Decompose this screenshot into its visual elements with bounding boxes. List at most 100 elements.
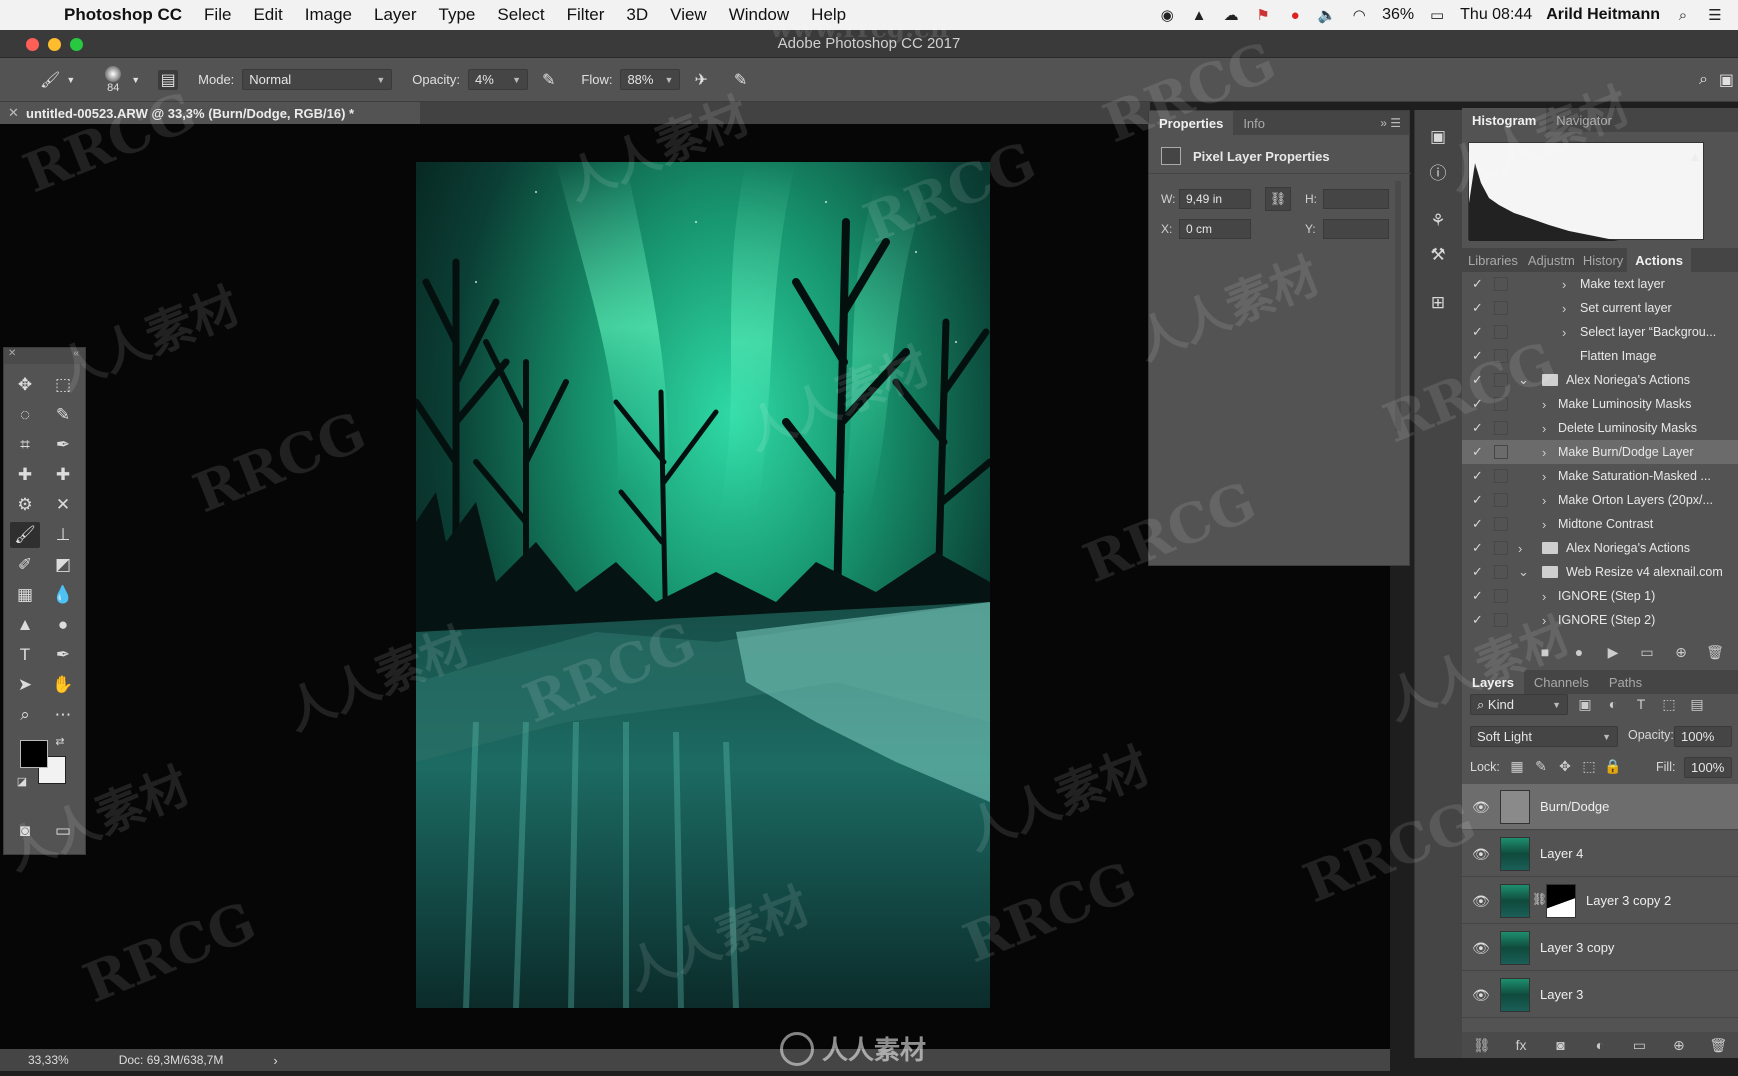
height-field[interactable] [1323, 189, 1389, 209]
more-tools-icon[interactable]: ⋯ [48, 702, 78, 728]
filter-smart-object-icon[interactable]: ▤ [1686, 694, 1708, 714]
filter-shape-icon[interactable]: ⬚ [1658, 694, 1680, 714]
dialog-toggle-box[interactable] [1494, 277, 1508, 291]
layer-row[interactable]: 👁 Layer 4 [1462, 831, 1738, 877]
dialog-toggle-box[interactable] [1494, 565, 1508, 579]
volume-icon[interactable]: 🔈 [1318, 6, 1337, 24]
layer-thumbnail[interactable] [1500, 837, 1530, 871]
layer-thumbnail[interactable] [1500, 978, 1530, 1012]
filter-pixel-icon[interactable]: ▣ [1574, 694, 1596, 714]
filter-type-icon[interactable]: T [1630, 694, 1652, 714]
content-aware-move-icon[interactable]: ✕ [48, 492, 78, 518]
tab-navigator[interactable]: Navigator [1546, 108, 1622, 132]
path-selection-tool-icon[interactable]: ➤ [10, 672, 40, 698]
checkmark-icon[interactable]: ✓ [1472, 468, 1483, 484]
dialog-toggle-box[interactable] [1494, 445, 1508, 459]
action-row[interactable]: ✓ › Alex Noriega's Actions [1462, 536, 1738, 560]
visibility-eye-icon[interactable]: 👁 [1472, 799, 1490, 816]
menu-type[interactable]: Type [439, 5, 476, 25]
chevron-right-icon[interactable]: › [1562, 277, 1566, 292]
checkmark-icon[interactable]: ✓ [1472, 612, 1483, 628]
clock[interactable]: Thu 08:44 [1460, 6, 1532, 24]
brush-presets-icon[interactable]: ⚘ [1425, 208, 1451, 234]
action-row[interactable]: ✓ › Make Saturation-Masked ... [1462, 464, 1738, 488]
menu-3d[interactable]: 3D [626, 5, 648, 25]
dialog-toggle-box[interactable] [1494, 301, 1508, 315]
menu-layer[interactable]: Layer [374, 5, 417, 25]
layer-name[interactable]: Layer 4 [1540, 846, 1583, 861]
quick-selection-tool-icon[interactable]: ✎ [48, 402, 78, 428]
tool-presets-icon[interactable]: ⚒ [1425, 242, 1451, 268]
screen-mode-icon[interactable]: ▭ [48, 818, 78, 844]
menu-file[interactable]: File [204, 5, 231, 25]
hand-tool-icon[interactable]: ✋ [48, 672, 78, 698]
checkmark-icon[interactable]: ✓ [1472, 372, 1483, 388]
menu-image[interactable]: Image [305, 5, 352, 25]
chevron-right-icon[interactable]: › [1562, 301, 1566, 316]
close-icon[interactable]: ✕ [8, 348, 16, 364]
action-row[interactable]: ✓ › Delete Luminosity Masks [1462, 416, 1738, 440]
app-menu[interactable]: Photoshop CC [64, 5, 182, 25]
opacity-field[interactable]: 4% ▼ [467, 69, 528, 90]
user-name[interactable]: Arild Heitmann [1546, 6, 1660, 24]
foreground-color-swatch[interactable] [20, 740, 48, 768]
document-image[interactable] [416, 162, 990, 1008]
checkmark-icon[interactable]: ✓ [1472, 540, 1483, 556]
action-row[interactable]: ✓ › IGNORE (Step 2) [1462, 608, 1738, 632]
type-tool-icon[interactable]: T [10, 642, 40, 668]
dodge-tool-icon[interactable]: ▲ [10, 612, 40, 638]
chevron-right-icon[interactable]: › [1542, 445, 1546, 460]
action-row[interactable]: ✓ › Select layer “Backgrou... [1462, 320, 1738, 344]
pen-tool-icon[interactable]: ✒ [48, 642, 78, 668]
mask-link-icon[interactable]: ⛓ [1532, 892, 1547, 906]
layer-row[interactable]: 👁 Layer 3 copy [1462, 925, 1738, 971]
layer-thumbnail[interactable] [1500, 790, 1530, 824]
pressure-opacity-icon[interactable]: ✎ [542, 70, 555, 90]
frame-tool-icon[interactable]: ⚙ [10, 492, 40, 518]
link-icon[interactable]: ⛓ [1265, 187, 1291, 211]
patch-tool-icon[interactable]: ✚ [48, 462, 78, 488]
brush-tool-icon[interactable]: 🖌 [10, 522, 40, 548]
lock-artboard-icon[interactable]: ⬚ [1578, 756, 1600, 776]
chevron-right-icon[interactable]: › [1542, 469, 1546, 484]
flow-field[interactable]: 88% ▼ [620, 69, 681, 90]
tab-properties[interactable]: Properties [1149, 111, 1234, 135]
brush-settings-panel-icon[interactable]: ▤ [158, 69, 179, 90]
collapse-icon[interactable]: « [73, 348, 79, 364]
warning-triangle-icon[interactable]: ▲ [1190, 6, 1208, 24]
checkmark-icon[interactable]: ✓ [1472, 516, 1483, 532]
action-row[interactable]: ✓ › Make Luminosity Masks [1462, 392, 1738, 416]
crop-tool-icon[interactable]: ⌗ [10, 432, 40, 458]
clone-source-icon[interactable]: ⊞ [1425, 290, 1451, 316]
spotlight-search-icon[interactable]: ⌕ [1674, 6, 1692, 24]
chevron-right-icon[interactable]: › [1542, 421, 1546, 436]
swap-colors-icon[interactable]: ⇄ [52, 733, 68, 749]
checkmark-icon[interactable]: ✓ [1472, 396, 1483, 412]
airbrush-icon[interactable]: ✈ [694, 70, 707, 90]
action-row[interactable]: ✓ › Make text layer [1462, 272, 1738, 296]
tab-histogram[interactable]: Histogram [1462, 108, 1547, 132]
visibility-eye-icon[interactable]: 👁 [1472, 846, 1490, 863]
layer-name[interactable]: Layer 3 [1540, 987, 1583, 1002]
dialog-toggle-box[interactable] [1494, 541, 1508, 555]
tab-adjustments[interactable]: Adjustm [1524, 248, 1579, 272]
info-icon[interactable]: ⓘ [1425, 158, 1451, 184]
clone-stamp-tool-icon[interactable]: ⊥ [48, 522, 78, 548]
chevron-right-icon[interactable]: › [1542, 589, 1546, 604]
chevron-right-icon[interactable]: › [1562, 325, 1566, 340]
action-row[interactable]: ✓ Flatten Image [1462, 344, 1738, 368]
layer-row[interactable]: 👁 Layer 3 [1462, 972, 1738, 1018]
action-row[interactable]: ✓ ⌄ Alex Noriega's Actions [1462, 368, 1738, 392]
tab-layers[interactable]: Layers [1462, 670, 1524, 694]
menu-view[interactable]: View [670, 5, 707, 25]
marquee-tool-icon[interactable]: ⬚ [48, 372, 78, 398]
link-layers-icon[interactable]: ⛓ [1471, 1035, 1493, 1055]
checkmark-icon[interactable]: ✓ [1472, 444, 1483, 460]
add-mask-icon[interactable]: ◙ [1550, 1035, 1572, 1055]
checkmark-icon[interactable]: ✓ [1472, 492, 1483, 508]
eraser-tool-icon[interactable]: ◩ [48, 552, 78, 578]
action-row[interactable]: ✓ › Set current layer [1462, 296, 1738, 320]
pressure-size-icon[interactable]: ✎ [734, 70, 747, 90]
play-icon[interactable]: ▶ [1602, 642, 1624, 662]
lock-all-icon[interactable]: 🔒 [1602, 756, 1624, 776]
